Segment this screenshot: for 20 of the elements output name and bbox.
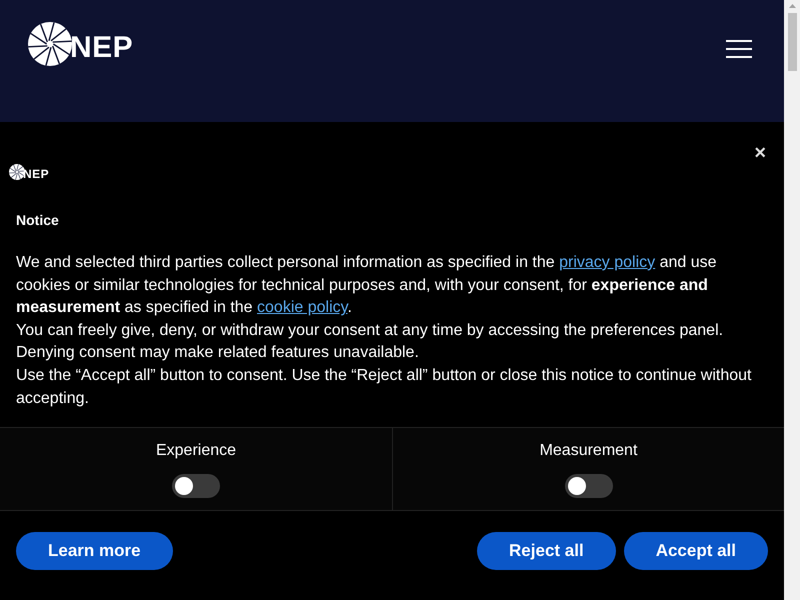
reject-button[interactable]: Reject all — [477, 532, 616, 570]
learn-more-button[interactable]: Learn more — [16, 532, 173, 570]
notice-paragraph: We and selected third parties collect personal information as specified in the privacy policy and use cookies or similar technologies for technical purposes and, with your consent, for experience and measurement as specified in the cookie policy. — [16, 253, 718, 318]
accept-button[interactable]: Accept all — [624, 532, 768, 570]
notice-title: Notice — [16, 212, 60, 228]
logo-text: NEP — [70, 30, 134, 63]
notice-paragraph: Use the “Accept all” button to consent. Use the “Reject all” button or close this notice to continue without accepting. — [16, 366, 752, 409]
toggle-label: Experience — [156, 442, 236, 460]
policy-link[interactable]: cookie policy — [257, 299, 348, 316]
consent-toggle[interactable] — [172, 474, 220, 498]
policy-link[interactable]: privacy policy — [559, 254, 656, 271]
scrollbar-thumb[interactable] — [788, 13, 796, 71]
toggle-label: Measurement — [540, 442, 638, 460]
aperture-logo-icon — [9, 164, 25, 180]
consent-toggle[interactable] — [564, 474, 612, 498]
notice-paragraph: You can freely give, deny, or withdraw your consent at any time by accessing the preferences panel. Denying consent may make related features unavailable. — [16, 320, 724, 364]
close-button[interactable]: × — [754, 142, 766, 164]
menu-icon[interactable] — [726, 39, 752, 59]
logo-text: NEP — [23, 166, 50, 180]
aperture-logo-icon — [28, 22, 72, 66]
